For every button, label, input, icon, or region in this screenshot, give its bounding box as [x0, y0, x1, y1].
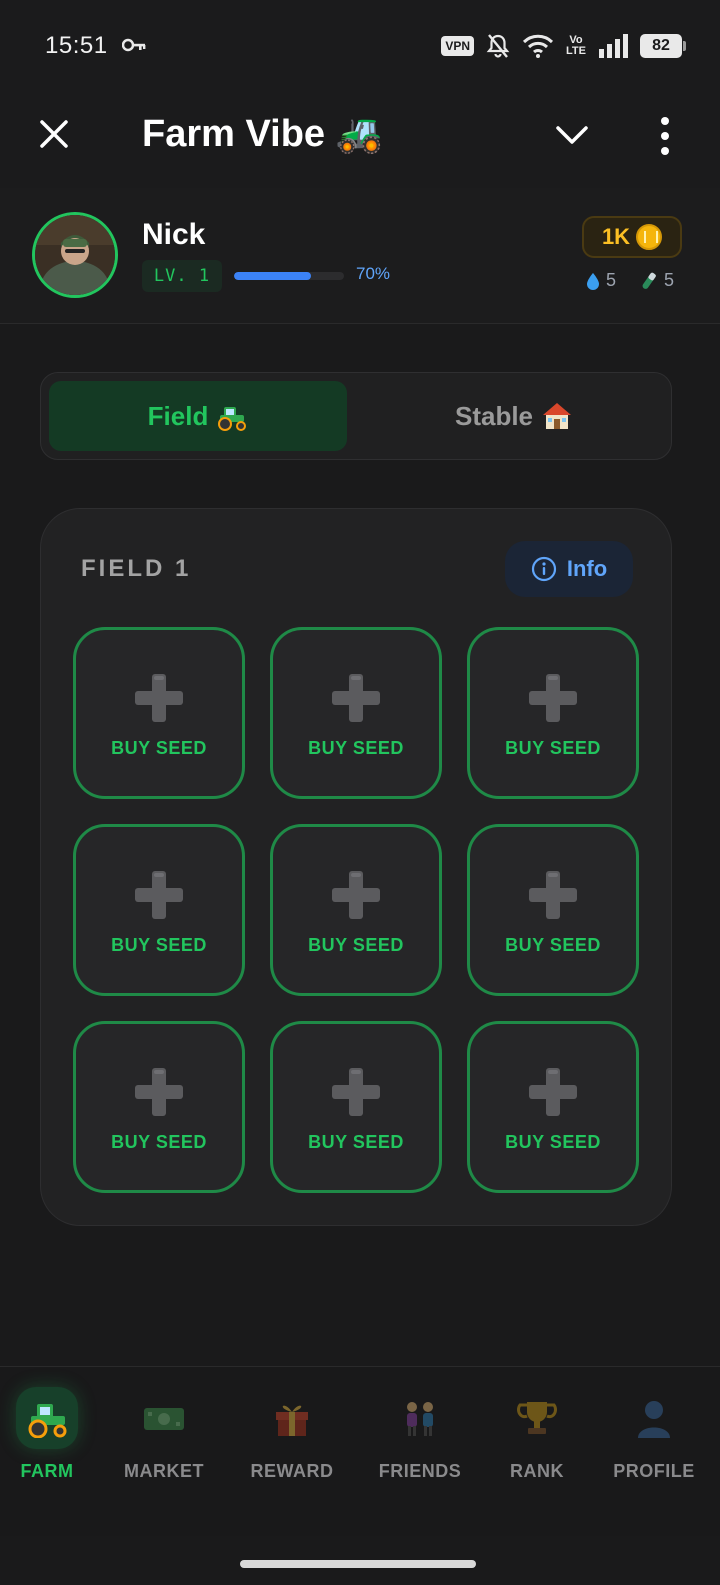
info-button[interactable]: Info: [505, 541, 633, 597]
plus-icon: [332, 1068, 380, 1116]
status-time: 15:51: [45, 32, 108, 59]
nav-friends-label: FRIENDS: [378, 1461, 462, 1481]
nav-rank-icon-wrap: [506, 1387, 568, 1449]
buy-seed-slot[interactable]: BUY SEED: [467, 627, 639, 799]
plus-icon: [135, 674, 183, 722]
nav-rank[interactable]: RANK: [479, 1387, 595, 1482]
nav-reward-icon-wrap: [261, 1387, 323, 1449]
xp-progress-fill: [234, 272, 311, 280]
nav-friends[interactable]: FRIENDS: [362, 1387, 478, 1482]
plus-icon: [529, 1068, 577, 1116]
status-bar: 15:51 VPN Vo LTE 82: [0, 0, 720, 90]
buy-seed-label: BUY SEED: [111, 935, 207, 955]
water-count: 5: [606, 270, 617, 290]
avatar[interactable]: [32, 212, 118, 298]
coin-icon: [636, 224, 663, 250]
xp-progress-bar: [234, 272, 344, 280]
key-icon: [122, 38, 146, 52]
buy-seed-slot[interactable]: BUY SEED: [73, 1021, 245, 1193]
buy-seed-label: BUY SEED: [111, 1132, 207, 1152]
nav-farm[interactable]: FARM: [0, 1387, 105, 1482]
page-title: Farm Vibe 🚜: [142, 113, 383, 155]
info-icon: [531, 556, 556, 582]
nav-market-label: MARKET: [124, 1461, 204, 1481]
fertilizer-count: 5: [664, 270, 675, 290]
buy-seed-slot[interactable]: BUY SEED: [73, 824, 245, 996]
test-tube-icon: [642, 272, 656, 289]
coin-balance[interactable]: 1K: [582, 216, 682, 258]
buy-seed-label: BUY SEED: [308, 1132, 404, 1152]
buy-seed-slot[interactable]: BUY SEED: [73, 627, 245, 799]
buy-seed-slot[interactable]: BUY SEED: [467, 1021, 639, 1193]
nav-profile-label: PROFILE: [613, 1461, 695, 1481]
chevron-down-icon[interactable]: [552, 118, 592, 152]
field-title: FIELD 1: [81, 555, 192, 582]
plus-icon: [529, 674, 577, 722]
bottom-nav: FARM MARKET REWARD FRIENDS RANK PROFILE: [0, 1366, 720, 1536]
close-icon[interactable]: [36, 116, 72, 152]
gift-icon: [276, 1405, 308, 1436]
water-drop-icon: [587, 272, 599, 290]
water-resource: 5: [586, 270, 616, 291]
plus-icon: [529, 871, 577, 919]
buy-seed-slot[interactable]: BUY SEED: [467, 824, 639, 996]
house-icon: [543, 403, 572, 429]
field-card: FIELD 1 Info BUY SEED BUY SEED BUY SEED BUY…: [40, 508, 672, 1226]
nav-reward-label: REWARD: [250, 1461, 334, 1481]
tractor-icon: [28, 1404, 67, 1438]
plus-icon: [332, 674, 380, 722]
app-bar: Farm Vibe 🚜: [0, 90, 720, 188]
view-tabs: Field Stable: [40, 372, 672, 460]
app-screen: 15:51 VPN Vo LTE 82 Farm Vibe 🚜 Nick LV.…: [0, 0, 720, 1585]
tab-stable-label: Stable: [454, 400, 534, 431]
user-name: Nick: [142, 218, 206, 251]
wifi-icon: [522, 34, 554, 58]
buy-seed-slot[interactable]: BUY SEED: [270, 627, 442, 799]
more-vertical-icon[interactable]: [656, 116, 674, 156]
nav-friends-icon-wrap: [389, 1387, 451, 1449]
nav-rank-label: RANK: [510, 1461, 564, 1481]
buy-seed-label: BUY SEED: [111, 738, 207, 758]
plus-icon: [135, 871, 183, 919]
fertilizer-resource: 5: [640, 270, 674, 291]
nav-farm-icon-wrap: [16, 1387, 78, 1449]
user-icon: [638, 1401, 670, 1438]
signal-icon: [599, 34, 628, 58]
buy-seed-label: BUY SEED: [308, 738, 404, 758]
tab-field-label: Field: [147, 400, 209, 431]
profile-header: Nick LV. 1 70% 1K 5 5: [0, 188, 720, 324]
friends-icon: [407, 1402, 433, 1436]
tab-stable[interactable]: Stable: [365, 381, 663, 451]
buy-seed-label: BUY SEED: [505, 935, 601, 955]
bell-muted-icon: [486, 34, 510, 58]
buy-seed-label: BUY SEED: [308, 935, 404, 955]
buy-seed-slot[interactable]: BUY SEED: [270, 1021, 442, 1193]
battery-icon: 82: [640, 34, 686, 58]
coin-amount: 1K: [601, 224, 631, 249]
plus-icon: [332, 871, 380, 919]
level-badge: LV. 1: [142, 260, 222, 292]
trophy-icon: [517, 1402, 557, 1434]
volte-indicator: Vo LTE: [566, 35, 586, 57]
nav-market[interactable]: MARKET: [106, 1387, 222, 1482]
avatar-image: [35, 215, 115, 295]
nav-farm-label: FARM: [20, 1461, 74, 1481]
status-icons: VPN Vo LTE 82: [441, 32, 686, 60]
nav-profile[interactable]: PROFILE: [596, 1387, 712, 1482]
home-indicator[interactable]: [240, 1560, 476, 1568]
buy-seed-label: BUY SEED: [505, 1132, 601, 1152]
money-icon: [144, 1408, 184, 1430]
vpn-badge: VPN: [441, 36, 475, 56]
info-button-label: Info: [566, 556, 608, 581]
tractor-icon: [218, 407, 247, 431]
buy-seed-label: BUY SEED: [505, 738, 601, 758]
tab-field[interactable]: Field: [49, 381, 347, 451]
nav-market-icon-wrap: [133, 1387, 195, 1449]
nav-reward[interactable]: REWARD: [234, 1387, 350, 1482]
xp-progress-label: 70%: [356, 264, 391, 283]
nav-profile-icon-wrap: [623, 1387, 685, 1449]
buy-seed-slot[interactable]: BUY SEED: [270, 824, 442, 996]
plus-icon: [135, 1068, 183, 1116]
volte-bottom-label: LTE: [566, 45, 586, 57]
